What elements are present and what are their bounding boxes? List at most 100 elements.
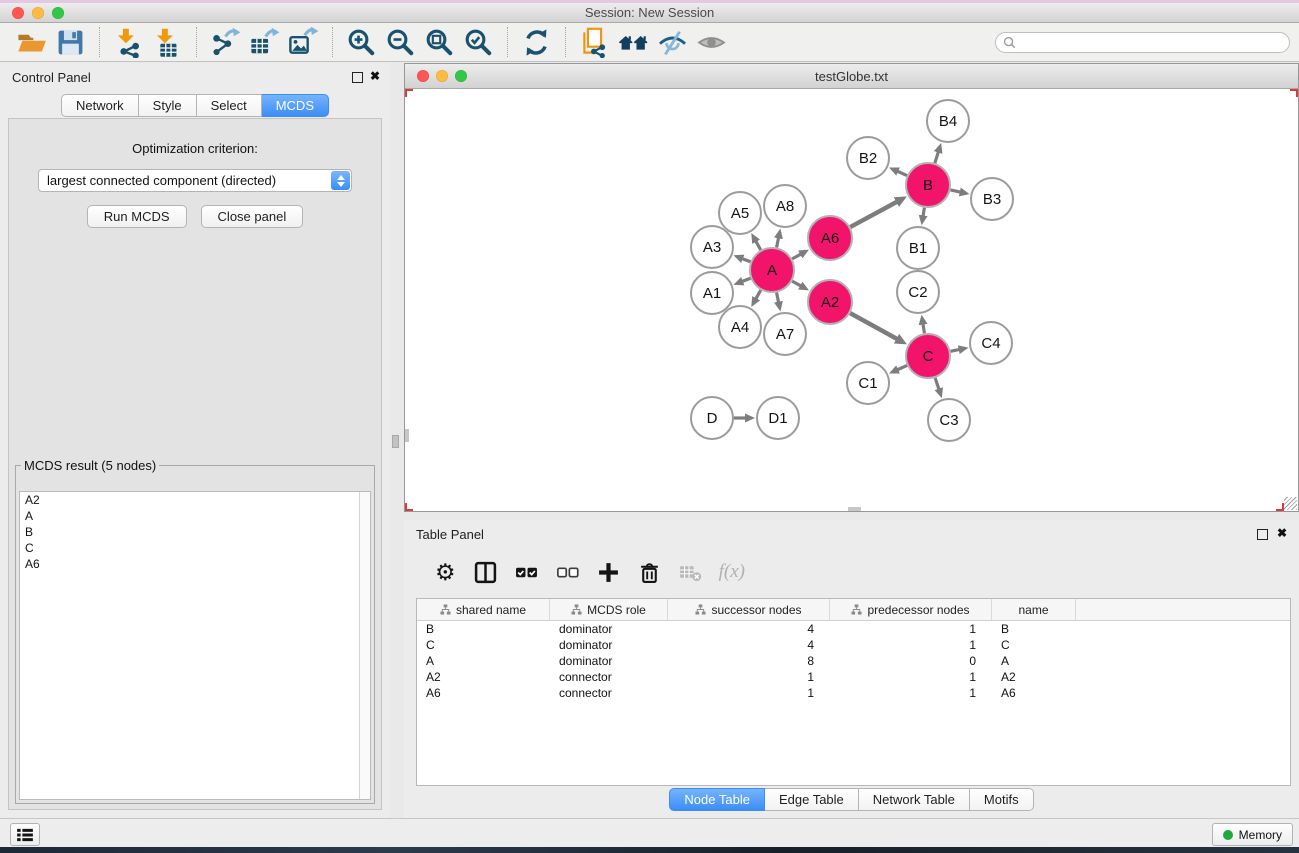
tab-network-table[interactable]: Network Table xyxy=(859,788,970,811)
table-cell[interactable]: 1 xyxy=(830,622,992,636)
graph-edge-A-A4[interactable] xyxy=(756,290,761,299)
graph-edge-C-C1[interactable] xyxy=(897,365,907,369)
graph-edge-B-B2[interactable] xyxy=(897,171,907,175)
tab-style[interactable]: Style xyxy=(139,94,197,117)
scrollbar-nub[interactable] xyxy=(848,507,861,511)
mcds-result-item[interactable]: A2 xyxy=(20,492,360,508)
graph-node-A3[interactable]: A3 xyxy=(691,226,733,268)
column-header-MCDS-role[interactable]: MCDS role xyxy=(550,599,668,620)
hide-selected-icon[interactable] xyxy=(657,27,688,58)
column-header-shared-name[interactable]: shared name xyxy=(417,599,550,620)
select-all-columns-icon[interactable] xyxy=(515,561,538,584)
graph-node-A6[interactable]: A6 xyxy=(808,216,852,260)
graph-node-B2[interactable]: B2 xyxy=(847,137,889,179)
table-cell[interactable]: A2 xyxy=(417,670,550,684)
column-header-predecessor-nodes[interactable]: predecessor nodes xyxy=(830,599,992,620)
graph-node-C2[interactable]: C2 xyxy=(897,271,939,313)
table-cell[interactable]: 1 xyxy=(668,686,830,700)
table-cell[interactable]: 1 xyxy=(830,638,992,652)
open-file-icon[interactable] xyxy=(16,27,47,58)
zoom-out-icon[interactable] xyxy=(385,27,416,58)
table-cell[interactable]: dominator xyxy=(550,638,668,652)
table-cell[interactable]: A2 xyxy=(992,670,1076,684)
export-table-icon[interactable] xyxy=(249,27,280,58)
apply-preferred-layout-icon[interactable] xyxy=(618,27,649,58)
zoom-in-icon[interactable] xyxy=(346,27,377,58)
graph-node-C[interactable]: C xyxy=(906,334,950,378)
graph-node-A2[interactable]: A2 xyxy=(808,280,852,324)
scrollbar-nub[interactable] xyxy=(405,429,409,442)
table-cell[interactable]: B xyxy=(417,622,550,636)
graph-node-A8[interactable]: A8 xyxy=(764,185,806,227)
table-cell[interactable]: A xyxy=(417,654,550,668)
graph-edge-A-A2[interactable] xyxy=(792,281,801,286)
table-cell[interactable]: A6 xyxy=(417,686,550,700)
tab-network[interactable]: Network xyxy=(61,94,139,117)
graph-edge-A-A8[interactable] xyxy=(777,237,779,247)
table-cell[interactable]: dominator xyxy=(550,654,668,668)
table-cell[interactable]: connector xyxy=(550,670,668,684)
close-panel-icon[interactable]: ✖ xyxy=(370,69,380,83)
graph-edge-A6-B[interactable] xyxy=(850,202,897,227)
graph-node-D[interactable]: D xyxy=(691,397,733,439)
table-cell[interactable]: connector xyxy=(550,686,668,700)
optimization-criterion-dropdown[interactable]: largest connected component (directed) xyxy=(38,169,352,192)
graph-edge-A-A3[interactable] xyxy=(742,258,751,261)
graph-node-B4[interactable]: B4 xyxy=(927,100,969,142)
table-cell[interactable]: A6 xyxy=(992,686,1076,700)
import-network-icon[interactable] xyxy=(113,27,144,58)
show-all-icon[interactable] xyxy=(696,27,727,58)
table-row[interactable]: A2connector11A2 xyxy=(417,669,1290,685)
table-mode-gear-icon[interactable]: ⚙ xyxy=(435,561,456,584)
float-panel-icon[interactable] xyxy=(1257,529,1268,540)
graph-node-C1[interactable]: C1 xyxy=(847,362,889,404)
delete-table-icon[interactable] xyxy=(679,561,702,584)
export-image-icon[interactable] xyxy=(288,27,319,58)
show-hide-columns-icon[interactable] xyxy=(474,561,497,584)
close-panel-button[interactable]: Close panel xyxy=(201,205,304,228)
table-cell[interactable]: 1 xyxy=(830,686,992,700)
refresh-view-icon[interactable] xyxy=(521,27,552,58)
run-mcds-button[interactable]: Run MCDS xyxy=(87,205,187,228)
table-cell[interactable]: A xyxy=(992,654,1076,668)
mcds-result-item[interactable]: A6 xyxy=(20,556,360,572)
table-row[interactable]: Cdominator41C xyxy=(417,637,1290,653)
tab-node-table[interactable]: Node Table xyxy=(669,788,765,811)
tab-motifs[interactable]: Motifs xyxy=(970,788,1034,811)
column-header-successor-nodes[interactable]: successor nodes xyxy=(668,599,830,620)
graph-node-A1[interactable]: A1 xyxy=(691,272,733,314)
close-panel-icon[interactable]: ✖ xyxy=(1277,526,1287,540)
resize-grip-icon[interactable] xyxy=(1284,497,1297,510)
save-session-icon[interactable] xyxy=(55,27,86,58)
mcds-result-item[interactable]: B xyxy=(20,524,360,540)
float-panel-icon[interactable] xyxy=(352,72,363,83)
table-cell[interactable]: 1 xyxy=(668,670,830,684)
graph-node-A7[interactable]: A7 xyxy=(764,313,806,355)
tab-mcds[interactable]: MCDS xyxy=(262,94,329,117)
graph-node-C3[interactable]: C3 xyxy=(928,399,970,441)
graph-edge-B-B1[interactable] xyxy=(923,208,924,217)
mcds-result-item[interactable]: C xyxy=(20,540,360,556)
delete-columns-trash-icon[interactable] xyxy=(638,561,661,584)
table-cell[interactable]: 0 xyxy=(830,654,992,668)
network-graph[interactable]: ABCA2A6A1A3A4A5A7A8B1B2B3B4C1C2C3C4DD1 xyxy=(405,89,1298,511)
table-row[interactable]: Bdominator41B xyxy=(417,621,1290,637)
graph-edge-C-C2[interactable] xyxy=(923,324,925,334)
table-row[interactable]: A6connector11A6 xyxy=(417,685,1290,701)
mcds-result-item[interactable]: A xyxy=(20,508,360,524)
table-cell[interactable]: B xyxy=(992,622,1076,636)
graph-node-A5[interactable]: A5 xyxy=(719,192,761,234)
table-cell[interactable]: dominator xyxy=(550,622,668,636)
graph-edge-C-C3[interactable] xyxy=(935,378,939,390)
tab-edge-table[interactable]: Edge Table xyxy=(765,788,859,811)
search-input[interactable] xyxy=(1020,35,1289,51)
graph-edge-A2-C[interactable] xyxy=(850,313,897,339)
graph-edge-A-A1[interactable] xyxy=(742,278,751,281)
panel-divider-grip[interactable] xyxy=(392,435,399,448)
graph-edge-B-B4[interactable] xyxy=(935,152,939,164)
tab-select[interactable]: Select xyxy=(197,94,262,117)
graph-edge-A-A7[interactable] xyxy=(777,293,779,303)
column-header-name[interactable]: name xyxy=(992,599,1076,620)
graph-node-B1[interactable]: B1 xyxy=(897,227,939,269)
table-cell[interactable]: 1 xyxy=(830,670,992,684)
